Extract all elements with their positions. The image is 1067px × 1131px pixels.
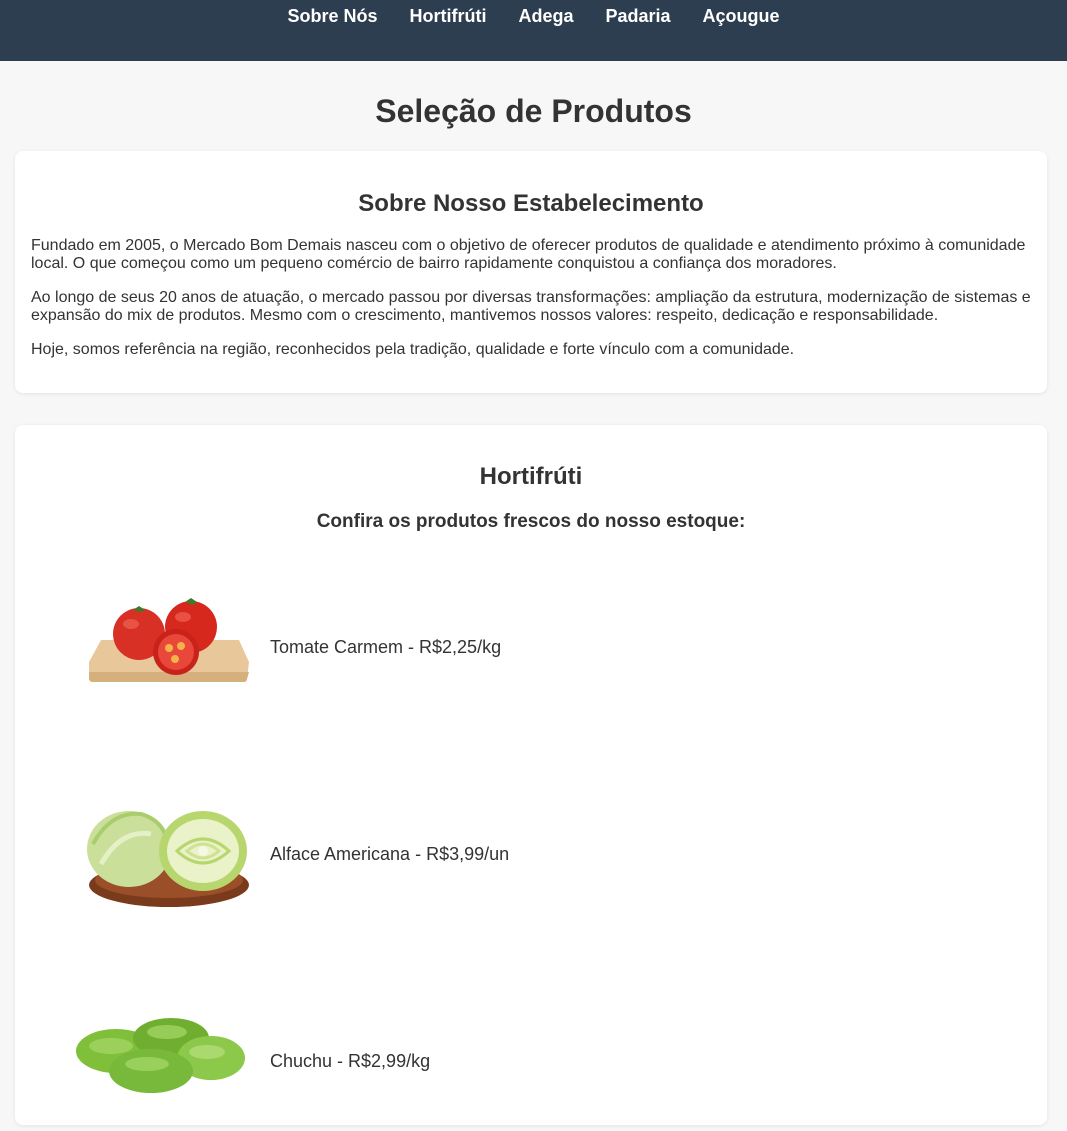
about-paragraph-3: Hoje, somos referência na região, reconh… [31, 341, 795, 358]
product-label: Tomate Carmem - R$2,25/kg [270, 636, 502, 657]
hortifruti-subheading: Confira os produtos frescos do nosso est… [316, 511, 746, 532]
page-title: Seleção de Produtos [375, 93, 692, 129]
product-label: Chuchu - R$2,99/kg [270, 1050, 431, 1071]
product-item: Alface Americana - R$3,99/un [71, 789, 971, 919]
top-navigation: Sobre Nós Hortifrúti Adega Padaria Açoug… [0, 0, 1067, 61]
product-item: Tomate Carmem - R$2,25/kg [71, 582, 971, 712]
chayote-image [71, 996, 251, 1126]
hortifruti-section: Hortifrúti Confira os produtos frescos d… [15, 425, 1047, 1125]
about-section: Sobre Nosso Estabelecimento Fundado em 2… [15, 151, 1047, 393]
nav-link-padaria[interactable]: Padaria [605, 5, 670, 27]
lettuce-image [71, 789, 251, 919]
about-heading: Sobre Nosso Estabelecimento [358, 190, 704, 217]
product-item: Chuchu - R$2,99/kg [71, 996, 971, 1126]
nav-link-adega[interactable]: Adega [518, 5, 573, 27]
product-label: Alface Americana - R$3,99/un [270, 843, 510, 864]
about-paragraph-1: Fundado em 2005, o Mercado Bom Demais na… [31, 237, 1026, 272]
tomato-image [71, 582, 251, 712]
about-paragraph-2: Ao longo de seus 20 anos de atuação, o m… [31, 289, 1031, 324]
hortifruti-heading: Hortifrúti [479, 463, 583, 490]
nav-link-sobre-nos[interactable]: Sobre Nós [287, 5, 377, 27]
nav-link-hortifruti[interactable]: Hortifrúti [409, 5, 486, 27]
nav-link-acougue[interactable]: Açougue [703, 5, 780, 27]
